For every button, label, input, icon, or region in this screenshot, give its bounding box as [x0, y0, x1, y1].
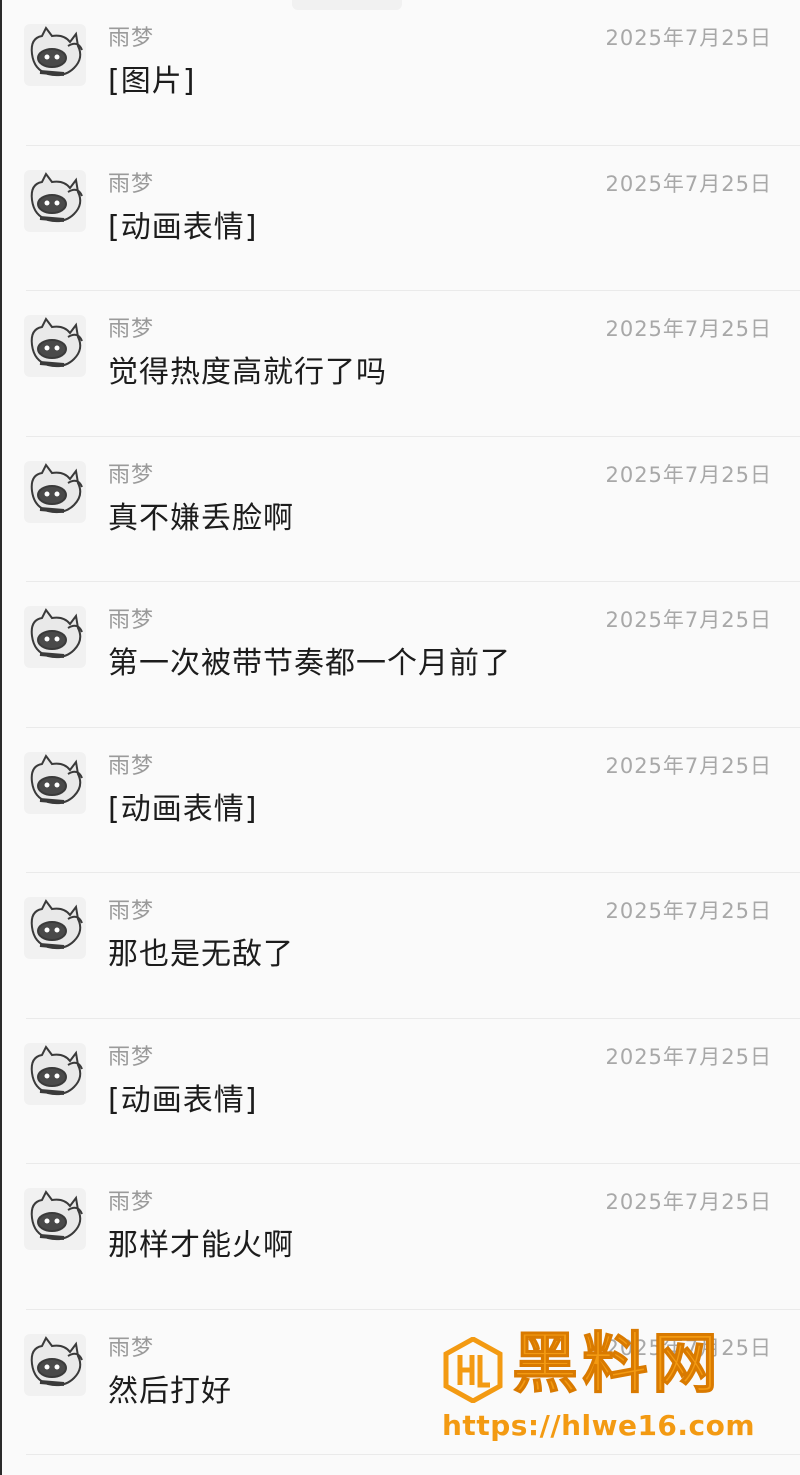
message-timestamp: 2025年7月25日 [605, 171, 772, 196]
message-text: [动画表情] [108, 1082, 258, 1118]
cartoon-cat-avatar-icon[interactable] [24, 606, 86, 668]
sender-name: 雨梦 [108, 899, 155, 924]
sender-name: 雨梦 [108, 608, 155, 633]
message-text: 那样才能火啊 [108, 1228, 294, 1263]
message-row[interactable]: 雨梦 2025年7月25日 真不嫌丢脸啊 [2, 437, 800, 582]
cartoon-cat-avatar-icon[interactable] [24, 169, 86, 232]
message-text: 那也是无敌了 [108, 937, 294, 972]
sender-name: 雨梦 [108, 171, 155, 197]
message-row[interactable]: 雨梦 2025年7月25日 [动画表情] [2, 728, 800, 873]
cartoon-cat-avatar-icon[interactable] [24, 751, 86, 814]
sender-name: 雨梦 [108, 753, 155, 779]
message-row[interactable]: 雨梦 2025年7月25日 觉得热度高就行了吗 [2, 291, 800, 437]
message-timestamp: 2025年7月25日 [605, 753, 772, 778]
message-text: [动画表情] [108, 791, 258, 827]
cartoon-cat-avatar-icon[interactable] [24, 1188, 86, 1250]
message-timestamp: 2025年7月25日 [605, 26, 772, 50]
message-text: 真不嫌丢脸啊 [108, 500, 294, 536]
cartoon-cat-avatar-icon[interactable] [24, 24, 86, 86]
message-text: [动画表情] [108, 209, 258, 245]
sender-name: 雨梦 [108, 1044, 155, 1070]
watermark-title: 黑料网 [512, 1325, 722, 1402]
message-timestamp: 2025年7月25日 [605, 1044, 772, 1069]
watermark: 黑料网 https://hlwe16.com [442, 1330, 772, 1447]
message-row[interactable]: 雨梦 2025年7月25日 那样才能火啊 [2, 1164, 800, 1310]
message-row[interactable]: 雨梦 2025年7月25日 第一次被带节奏都一个月前了 [2, 582, 800, 728]
sender-name: 雨梦 [108, 1335, 155, 1361]
cartoon-cat-avatar-icon[interactable] [24, 1042, 86, 1105]
sender-name: 雨梦 [108, 1190, 155, 1215]
cartoon-cat-avatar-icon[interactable] [24, 897, 86, 959]
message-timestamp: 2025年7月25日 [605, 899, 772, 923]
message-timestamp: 2025年7月25日 [605, 317, 772, 341]
message-row[interactable]: 雨梦 2025年7月25日 那也是无敌了 [2, 873, 800, 1019]
message-text: 第一次被带节奏都一个月前了 [108, 646, 511, 681]
message-timestamp: 2025年7月25日 [605, 462, 772, 487]
message-text: 然后打好 [108, 1373, 232, 1409]
message-text: 觉得热度高就行了吗 [108, 355, 387, 390]
watermark-url: https://hlwe16.com [442, 1409, 756, 1442]
sender-name: 雨梦 [108, 26, 155, 51]
message-text: [图片] [108, 64, 196, 99]
message-row[interactable]: 雨梦 2025年7月25日 [动画表情] [2, 1019, 800, 1164]
sender-name: 雨梦 [108, 317, 155, 342]
cartoon-cat-avatar-icon[interactable] [24, 1333, 86, 1396]
chat-history-screen: 雨梦 2025年7月25日 [图片] 雨梦 2025年7月25日 [动画表情] … [0, 0, 800, 1475]
message-row[interactable]: 雨梦 2025年7月25日 [图片] [2, 0, 800, 146]
cartoon-cat-avatar-icon[interactable] [24, 460, 86, 523]
cartoon-cat-avatar-icon[interactable] [24, 315, 86, 377]
message-list[interactable]: 雨梦 2025年7月25日 [图片] 雨梦 2025年7月25日 [动画表情] … [2, 0, 800, 1455]
sender-name: 雨梦 [108, 462, 155, 488]
message-timestamp: 2025年7月25日 [605, 1190, 772, 1214]
message-row[interactable]: 雨梦 2025年7月25日 [动画表情] [2, 146, 800, 291]
divider [26, 1454, 800, 1455]
hl-logo-icon [442, 1336, 504, 1404]
message-timestamp: 2025年7月25日 [605, 608, 772, 632]
